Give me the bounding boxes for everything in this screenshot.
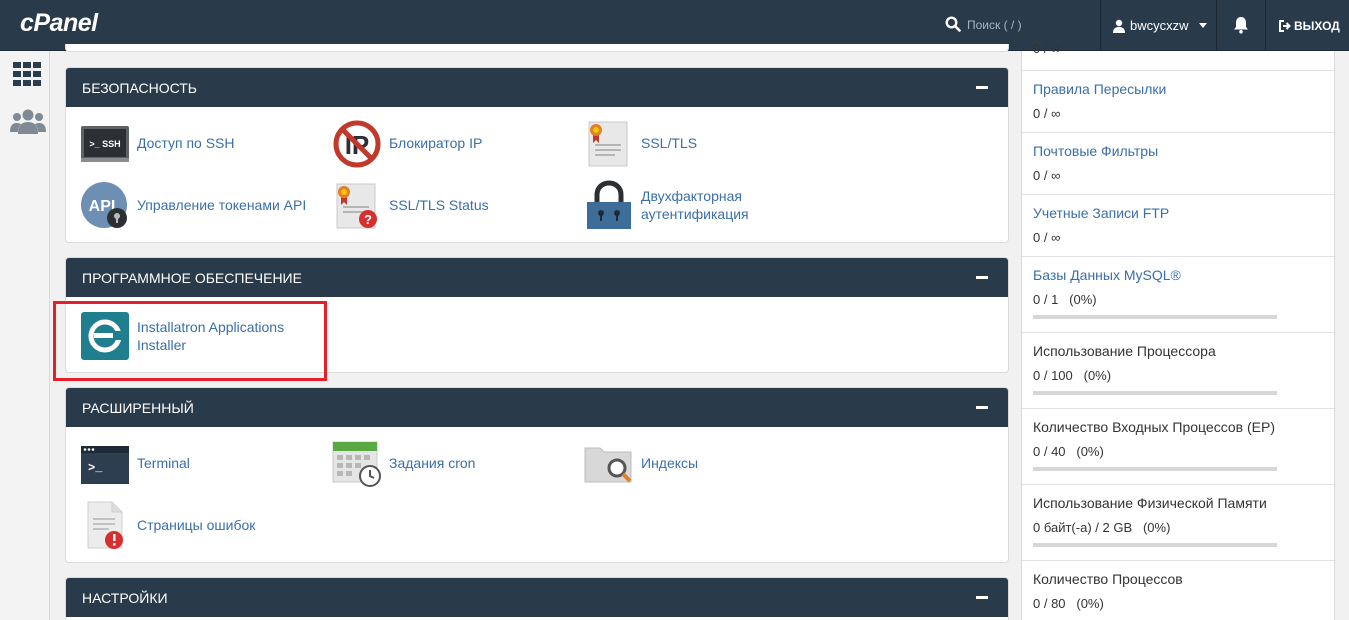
ip-blocker-icon: IP bbox=[332, 118, 382, 168]
usage-bar bbox=[1033, 315, 1277, 319]
scroll-gutter bbox=[1336, 51, 1349, 620]
item-label: SSL/TLS Status bbox=[389, 197, 489, 213]
folder-search-icon bbox=[584, 438, 634, 488]
stat-name: Количество Входных Процессов (EP) bbox=[1033, 419, 1275, 435]
stat-name[interactable]: Правила Пересылки bbox=[1033, 81, 1166, 97]
stat-value: 0 / 80 (0%) bbox=[1033, 596, 1104, 611]
username: bwcycxzw bbox=[1130, 18, 1189, 33]
settings-panel-header[interactable]: НАСТРОЙКИ bbox=[66, 578, 1008, 617]
statistics-sidebar: 0 / ∞ Правила Пересылки 0 / ∞ Почтовые Ф… bbox=[1021, 41, 1336, 620]
certificate-status-icon: ? bbox=[332, 180, 382, 230]
ssh-icon-text: >_ SSH bbox=[89, 139, 120, 149]
terminal-link[interactable]: >_ Terminal bbox=[80, 438, 190, 488]
api-icon: API bbox=[80, 180, 130, 230]
item-label: Terminal bbox=[137, 455, 190, 471]
security-panel: БЕЗОПАСНОСТЬ >_ SSH Доступ по SSH IP Бло… bbox=[65, 67, 1009, 243]
stat-value: 0 / 100 (0%) bbox=[1033, 368, 1112, 383]
collapse-icon[interactable] bbox=[976, 406, 988, 409]
ip-blocker-link[interactable]: IP Блокиратор IP bbox=[332, 118, 482, 168]
error-pages-link[interactable]: Страницы ошибок bbox=[80, 500, 255, 550]
usage-bar bbox=[1033, 467, 1277, 471]
stat-row-ftp: Учетные Записи FTP 0 / ∞ bbox=[1022, 195, 1336, 257]
error-page-icon bbox=[80, 500, 130, 550]
terminal-icon: >_ bbox=[80, 438, 130, 488]
stat-row-memory: Использование Физической Памяти 0 байт(-… bbox=[1022, 485, 1336, 561]
left-rail bbox=[0, 51, 50, 620]
logout-icon bbox=[1279, 19, 1291, 32]
stat-value: 0 / ∞ bbox=[1033, 41, 1061, 56]
search-icon bbox=[945, 16, 961, 32]
user-icon bbox=[1113, 19, 1125, 33]
stat-name[interactable]: Учетные Записи FTP bbox=[1033, 205, 1169, 221]
stat-name[interactable]: Базы Данных MySQL® bbox=[1033, 267, 1181, 283]
terminal-icon-text: >_ bbox=[88, 461, 103, 475]
item-label: SSL/TLS bbox=[641, 135, 698, 151]
stat-row-partial: 0 / ∞ bbox=[1022, 41, 1336, 71]
usage-bar bbox=[1033, 543, 1277, 547]
section-title: ПРОГРАММНОЕ ОБЕСПЕЧЕНИЕ bbox=[82, 269, 302, 286]
stat-value: 0 / 1 (0%) bbox=[1033, 292, 1097, 307]
stat-name: Использование Физической Памяти bbox=[1033, 495, 1267, 511]
stat-value: 0 / ∞ bbox=[1033, 106, 1061, 121]
calendar-clock-icon bbox=[332, 438, 382, 488]
stat-name: Количество Процессов bbox=[1033, 571, 1183, 587]
collapse-icon[interactable] bbox=[976, 86, 988, 89]
stat-row-mysql: Базы Данных MySQL® 0 / 1 (0%) bbox=[1022, 257, 1336, 333]
stat-row-processes: Количество Процессов 0 / 80 (0%) bbox=[1022, 561, 1336, 620]
search-box[interactable] bbox=[945, 14, 1097, 38]
two-factor-auth-link[interactable]: Двухфакторная аутентификация bbox=[584, 180, 761, 230]
section-title: НАСТРОЙКИ bbox=[82, 589, 168, 606]
settings-panel: НАСТРОЙКИ bbox=[65, 577, 1009, 620]
stat-row-forwarders: Правила Пересылки 0 / ∞ bbox=[1022, 71, 1336, 133]
highlight-box bbox=[53, 301, 327, 381]
chevron-down-icon bbox=[1198, 23, 1207, 28]
stat-name: Использование Процессора bbox=[1033, 343, 1216, 359]
stat-row-filters: Почтовые Фильтры 0 / ∞ bbox=[1022, 133, 1336, 195]
bell-icon[interactable] bbox=[1233, 16, 1249, 34]
stat-value: 0 / 40 (0%) bbox=[1033, 444, 1104, 459]
cpanel-logo[interactable]: cPanel bbox=[20, 9, 98, 38]
security-panel-header[interactable]: БЕЗОПАСНОСТЬ bbox=[66, 68, 1008, 107]
stat-row-cpu: Использование Процессора 0 / 100 (0%) bbox=[1022, 333, 1336, 409]
stat-value: 0 байт(-а) / 2 GB (0%) bbox=[1033, 520, 1171, 535]
stat-name[interactable]: Почтовые Фильтры bbox=[1033, 143, 1158, 159]
section-title: БЕЗОПАСНОСТЬ bbox=[82, 79, 197, 96]
item-label: Задания cron bbox=[389, 455, 476, 471]
ssh-access-link[interactable]: >_ SSH Доступ по SSH bbox=[80, 118, 235, 168]
software-panel-header[interactable]: ПРОГРАММНОЕ ОБЕСПЕЧЕНИЕ bbox=[66, 258, 1008, 297]
lock-icon bbox=[584, 180, 634, 230]
ssl-tls-status-link[interactable]: ? SSL/TLS Status bbox=[332, 180, 489, 230]
svg-text:?: ? bbox=[364, 212, 372, 227]
usage-bar bbox=[1033, 391, 1277, 395]
collapse-icon[interactable] bbox=[976, 276, 988, 279]
users-icon[interactable] bbox=[10, 109, 46, 135]
logout-label: ВЫХОД bbox=[1294, 18, 1340, 33]
ssl-tls-link[interactable]: SSL/TLS bbox=[584, 118, 697, 168]
certificate-icon bbox=[584, 118, 634, 168]
advanced-panel-header[interactable]: РАСШИРЕННЫЙ bbox=[66, 388, 1008, 427]
item-label: Страницы ошибок bbox=[137, 517, 256, 533]
item-label: Доступ по SSH bbox=[137, 135, 235, 151]
previous-panel-bottom bbox=[65, 44, 1009, 52]
stat-value: 0 / ∞ bbox=[1033, 230, 1061, 245]
collapse-icon[interactable] bbox=[976, 596, 988, 599]
search-input[interactable] bbox=[967, 14, 1097, 36]
advanced-panel: РАСШИРЕННЫЙ >_ Terminal Задания cron Инд… bbox=[65, 387, 1009, 563]
indexes-link[interactable]: Индексы bbox=[584, 438, 698, 488]
item-label: Блокиратор IP bbox=[389, 135, 483, 151]
item-label: Двухфакторная аутентификация bbox=[641, 188, 749, 222]
section-title: РАСШИРЕННЫЙ bbox=[82, 399, 194, 416]
item-label: Управление токенами API bbox=[137, 197, 307, 213]
item-label: Индексы bbox=[641, 455, 699, 471]
cron-jobs-link[interactable]: Задания cron bbox=[332, 438, 475, 488]
api-tokens-link[interactable]: API Управление токенами API bbox=[80, 180, 306, 230]
apps-grid-icon[interactable] bbox=[13, 62, 41, 86]
stat-value: 0 / ∞ bbox=[1033, 168, 1061, 183]
stat-row-entry-processes: Количество Входных Процессов (EP) 0 / 40… bbox=[1022, 409, 1336, 485]
ssh-icon: >_ SSH bbox=[80, 118, 130, 168]
